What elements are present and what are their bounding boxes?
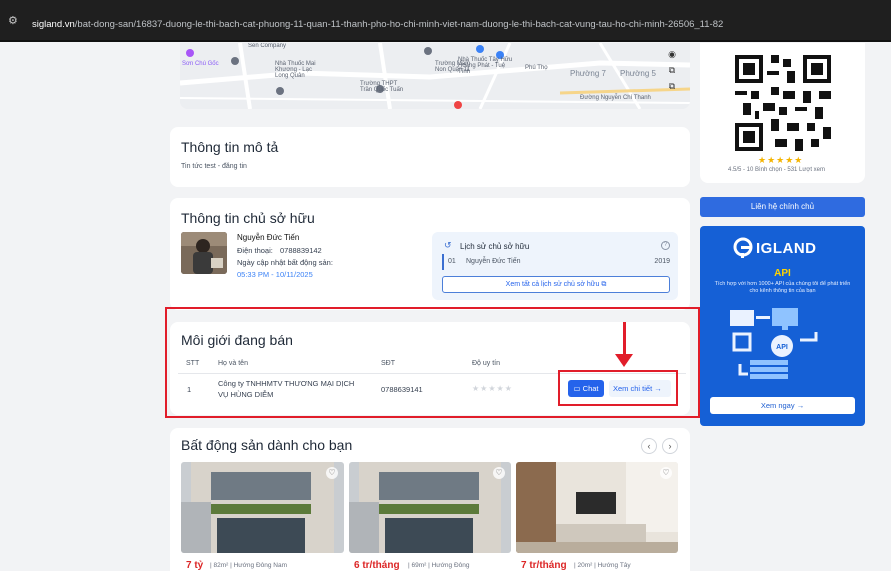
listing-price: 7 tr/tháng (521, 560, 567, 571)
annotation-box-actions (558, 370, 678, 406)
listing-meta: | 20m² | Hướng Tây (574, 562, 631, 569)
browser-url-bar[interactable]: ⚙ sigland.vn/bat-dong-san/16837-duong-le… (0, 0, 891, 42)
history-timeline-bar (442, 254, 444, 270)
next-button[interactable]: › (662, 438, 678, 454)
qr-code[interactable] (735, 55, 831, 151)
url-text[interactable]: sigland.vn/bat-dong-san/16837-duong-le-t… (32, 19, 882, 30)
promo-api-heading: API (774, 268, 791, 279)
listing-price: 7 tỷ (186, 560, 204, 571)
favorite-icon[interactable]: ♡ (493, 467, 505, 479)
arrow-right-icon: → (796, 401, 805, 410)
url-domain: sigland.vn (32, 19, 75, 30)
map-label: Sơn Chú Gốc (182, 61, 219, 67)
map-label: Nhà Thuốc Tây Hữu Hoàng Phát - Tuệ Tĩnh (458, 57, 513, 75)
owner-avatar (181, 232, 227, 274)
url-path: /bat-dong-san/16837-duong-le-thi-bach-ca… (74, 19, 724, 30)
annotation-arrow-head (615, 354, 633, 367)
listing-photo[interactable]: ♡ (516, 462, 678, 553)
history-title: Lịch sử chủ sở hữu (460, 242, 530, 251)
map-label: Nhà Thuốc Mai Khương - Lạc Long Quân (275, 61, 316, 79)
promo-tagline: Tích hợp với hơn 1000+ API của chúng tôi… (714, 281, 851, 294)
annotation-arrow (623, 322, 626, 356)
map-label: Trường THPT Trần Quốc Tuấn (360, 81, 404, 93)
contact-owner-button[interactable]: Liên hệ chính chủ (700, 197, 865, 217)
description-card (170, 127, 690, 187)
favorite-icon[interactable]: ♡ (326, 467, 338, 479)
layers-icon[interactable]: ⧉ (666, 65, 678, 77)
external-link-icon: ⧉ (601, 281, 607, 288)
api-illustration-icon: API (730, 308, 818, 379)
view-all-history-label: Xem tất cả lịch sử chủ sở hữu (505, 281, 600, 288)
ownership-history-panel: ↺ Lịch sử chủ sở hữu ? 01 Nguyễn Đức Tiế… (432, 232, 678, 300)
owner-update-label: Ngày cập nhật bất động sản: (237, 258, 333, 267)
prev-button[interactable]: ‹ (641, 438, 657, 454)
see-now-label: Xem ngay (760, 401, 795, 410)
map-label: Sen Company (248, 43, 287, 49)
owner-phone: 0788839142 (280, 246, 322, 255)
site-settings-icon[interactable]: ⚙ (8, 14, 26, 28)
map-label: Phường 7 (570, 69, 606, 78)
api-promo-banner: IGLAND API Tích hợp với hơn 1000+ API củ… (700, 226, 865, 426)
rating-stars[interactable]: ★★★★★ (758, 155, 803, 166)
map-panel[interactable]: Sen Company Sơn Chú Gốc Nhà Thuốc Mai Kh… (180, 43, 690, 109)
owner-section-title: Thông tin chủ sở hữu (181, 210, 315, 226)
owner-update-time: 05:33 PM - 10/11/2025 (237, 270, 313, 279)
owner-phone-label: Điện thoại: (237, 246, 273, 255)
listing-meta: | 69m² | Hướng Đông (408, 562, 470, 569)
promo-brand: IGLAND (756, 240, 817, 257)
map-label: Đường Nguyễn Chí Thanh (580, 95, 651, 101)
svg-text:API: API (776, 344, 788, 351)
see-now-button[interactable]: Xem ngay → (710, 397, 855, 414)
map-label: Phú Thọ (525, 65, 548, 71)
listing-photo[interactable]: ♡ (181, 462, 344, 553)
recommendations-title: Bất động sản dành cho bạn (181, 437, 353, 453)
fullscreen-icon[interactable]: ⧉ (666, 81, 678, 93)
history-index: 01 (448, 258, 456, 265)
listing-meta: | 82m² | Hướng Đông Nam (210, 562, 288, 569)
view-all-history-button[interactable]: Xem tất cả lịch sử chủ sở hữu ⧉ (442, 276, 670, 293)
owner-name: Nguyễn Đức Tiến (237, 233, 300, 242)
rating-summary: 4.5/5 - 10 Bình chọn - 531 Lượt xem (728, 167, 826, 173)
location-icon[interactable]: ◉ (666, 49, 678, 61)
favorite-icon[interactable]: ♡ (660, 467, 672, 479)
map-label: Phường 5 (620, 69, 656, 78)
help-icon[interactable]: ? (661, 241, 670, 250)
listing-price: 6 tr/tháng (354, 560, 400, 571)
description-text: Tin tức test - đăng tin (181, 163, 247, 170)
sigland-logo-icon (733, 237, 753, 258)
history-owner-name: Nguyễn Đức Tiến (466, 258, 521, 265)
history-icon: ↺ (444, 240, 452, 250)
history-year: 2019 (654, 258, 670, 265)
description-title: Thông tin mô tả (181, 139, 279, 155)
listing-photo[interactable]: ♡ (349, 462, 511, 553)
